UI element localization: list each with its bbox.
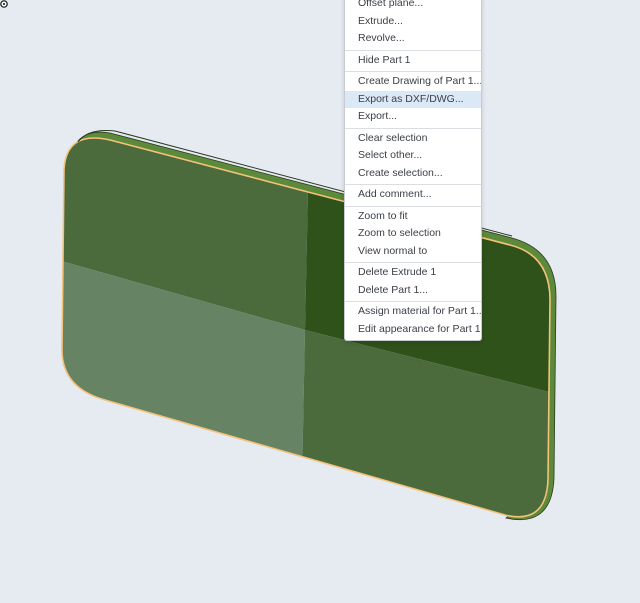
menu-item-assign-material[interactable]: Assign material for Part 1...: [345, 303, 481, 321]
menu-group-selection: Clear selection Select other... Create s…: [345, 127, 481, 185]
menu-item-create-drawing[interactable]: Create Drawing of Part 1...: [345, 73, 481, 91]
menu-group-visibility: Hide Part 1: [345, 49, 481, 72]
menu-group-view: Zoom to fit Zoom to selection View norma…: [345, 205, 481, 263]
menu-group-sketch-features: Offset plane... Extrude... Revolve...: [345, 0, 481, 50]
selection-point-icon: [0, 0, 8, 8]
menu-item-export[interactable]: Export...: [345, 108, 481, 126]
menu-item-extrude[interactable]: Extrude...: [345, 13, 481, 31]
part-3d-view[interactable]: [0, 0, 640, 603]
menu-group-export: Create Drawing of Part 1... Export as DX…: [345, 71, 481, 128]
menu-item-select-other[interactable]: Select other...: [345, 147, 481, 165]
menu-item-offset-plane[interactable]: Offset plane...: [345, 0, 481, 13]
menu-item-add-comment[interactable]: Add comment...: [345, 186, 481, 204]
context-menu: Offset plane... Extrude... Revolve... Hi…: [344, 0, 482, 341]
graphics-viewport[interactable]: [0, 0, 640, 603]
menu-group-appearance: Assign material for Part 1... Edit appea…: [345, 301, 481, 340]
menu-item-delete-extrude[interactable]: Delete Extrude 1: [345, 264, 481, 282]
menu-item-create-selection[interactable]: Create selection...: [345, 165, 481, 183]
menu-item-edit-appearance[interactable]: Edit appearance for Part 1...: [345, 321, 481, 339]
menu-item-clear-selection[interactable]: Clear selection: [345, 130, 481, 148]
menu-item-export-dxf-dwg[interactable]: Export as DXF/DWG...: [345, 90, 481, 108]
menu-item-view-normal-to[interactable]: View normal to: [345, 243, 481, 261]
menu-item-revolve[interactable]: Revolve...: [345, 30, 481, 48]
menu-group-comment: Add comment...: [345, 184, 481, 206]
menu-item-hide-part[interactable]: Hide Part 1: [345, 52, 481, 70]
menu-group-delete: Delete Extrude 1 Delete Part 1...: [345, 262, 481, 301]
menu-item-zoom-to-selection[interactable]: Zoom to selection: [345, 225, 481, 243]
menu-item-delete-part[interactable]: Delete Part 1...: [345, 282, 481, 300]
part-face[interactable]: [40, 100, 600, 560]
menu-item-zoom-to-fit[interactable]: Zoom to fit: [345, 208, 481, 226]
